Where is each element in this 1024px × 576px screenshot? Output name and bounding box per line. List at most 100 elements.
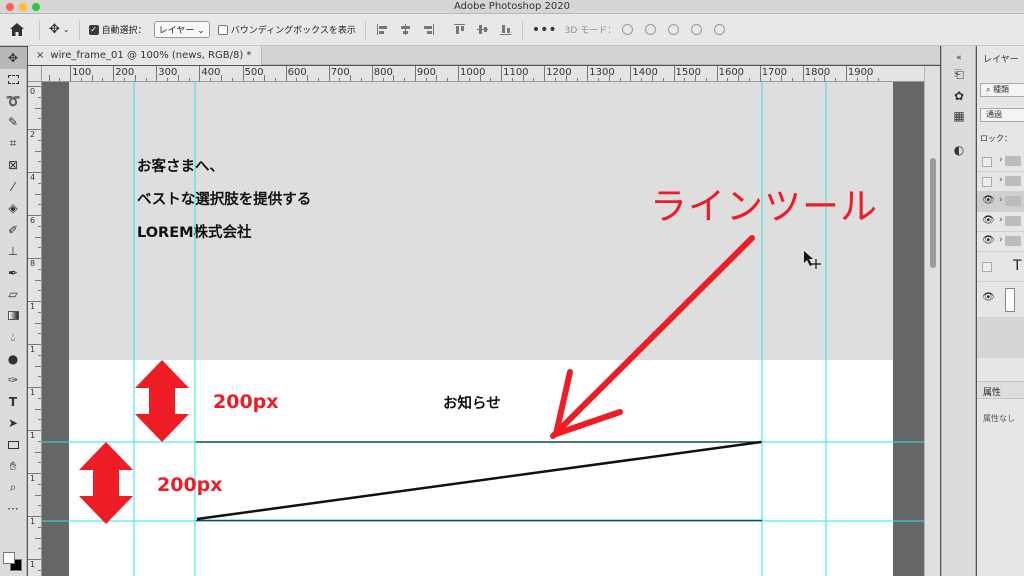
- visibility-toggle[interactable]: [982, 262, 992, 272]
- eye-icon[interactable]: 👁︎: [982, 236, 995, 247]
- layer-row[interactable]: ›: [977, 152, 1024, 172]
- scrollbar-thumb[interactable]: [930, 158, 936, 268]
- canvas-area[interactable]: お客さまへ、 ベストな選択肢を提供する LOREM株式会社 お知らせ: [42, 82, 924, 576]
- visibility-toggle[interactable]: [982, 177, 992, 187]
- layer-row[interactable]: 👁︎ ›: [977, 212, 1024, 232]
- dodge-tool[interactable]: ●: [0, 348, 26, 370]
- chevron-right-icon[interactable]: ›: [999, 235, 1003, 245]
- hand-tool[interactable]: ✋︎: [0, 456, 26, 478]
- chevron-right-icon[interactable]: ›: [999, 175, 1003, 185]
- blur-tool[interactable]: 💧︎: [0, 327, 26, 349]
- ruler-label: 100: [72, 67, 92, 78]
- eye-icon[interactable]: 👁︎: [982, 216, 995, 227]
- ruler-minor-tick: [651, 75, 653, 81]
- history-brush-tool[interactable]: ✒: [0, 262, 26, 284]
- chevron-right-icon[interactable]: ›: [999, 215, 1003, 225]
- slide-3d-icon[interactable]: [691, 24, 703, 35]
- ruler-minor-tick: [91, 75, 93, 81]
- foreground-color-swatch[interactable]: [3, 552, 15, 564]
- quick-select-tool[interactable]: ✎: [0, 112, 26, 134]
- align-bottom-icon[interactable]: [499, 24, 511, 35]
- pen-tool[interactable]: ✑: [0, 370, 26, 392]
- close-tab-icon[interactable]: ×: [36, 50, 44, 61]
- droplet-icon: 💧︎: [10, 329, 16, 344]
- eye-icon[interactable]: 👁︎: [982, 196, 995, 207]
- visibility-toggle[interactable]: [982, 157, 992, 167]
- history-icon[interactable]: ⎗: [950, 66, 968, 82]
- artboard[interactable]: お客さまへ、 ベストな選択肢を提供する LOREM株式会社 お知らせ: [69, 82, 893, 576]
- align-left-icon[interactable]: [376, 24, 388, 35]
- align-top-icon[interactable]: [453, 24, 465, 35]
- ruler-minor-tick: [361, 78, 363, 81]
- separator: [39, 19, 40, 40]
- more-icon: ···: [7, 502, 19, 517]
- ruler-minor-tick: [878, 78, 880, 81]
- drag-3d-icon[interactable]: [668, 24, 680, 35]
- bounding-box-checkbox[interactable]: バウンディングボックスを表示: [214, 14, 360, 45]
- path-select-tool[interactable]: ➤: [0, 413, 26, 435]
- ruler-minor-tick: [134, 75, 136, 81]
- auto-select-dropdown[interactable]: レイヤー ⌄: [153, 21, 210, 38]
- gradient-tool[interactable]: [0, 305, 26, 327]
- ruler-minor-tick: [317, 78, 319, 81]
- more-tools[interactable]: ···: [0, 499, 26, 521]
- horizontal-ruler[interactable]: 0100200300400500600700800900100011001200…: [42, 66, 924, 82]
- align-middle-icon[interactable]: [476, 24, 488, 35]
- swatches-grid-icon[interactable]: ▦: [950, 108, 968, 124]
- properties-tab-label: 属性: [983, 388, 1002, 398]
- frame-tool[interactable]: ⊠: [0, 155, 26, 177]
- move-tool-preset[interactable]: ✥ ⌄: [45, 14, 74, 45]
- options-bar: ✥ ⌄ ✓ 自動選択： レイヤー ⌄ バウンディングボックスを表示 ••• 3D…: [0, 14, 1024, 46]
- color-swatches[interactable]: [3, 552, 23, 572]
- layer-filter-dropdown[interactable]: ⌕ 種類: [980, 83, 1024, 97]
- ruler-minor-tick: [38, 333, 41, 335]
- layer-row[interactable]: T: [977, 252, 1024, 282]
- type-tool[interactable]: T: [0, 391, 26, 413]
- vertical-scrollbar[interactable]: [924, 66, 940, 576]
- marquee-icon: [7, 74, 19, 84]
- collapse-panels-icon[interactable]: «: [950, 50, 968, 66]
- brush-tool[interactable]: ✐: [0, 219, 26, 241]
- ruler-label: 1000: [460, 67, 486, 78]
- layer-row[interactable]: 👁︎ ›: [977, 232, 1024, 252]
- document-tab[interactable]: × wire_frame_01 @ 100% (news, RGB/8) *: [28, 46, 263, 65]
- crop-tool[interactable]: ⌗: [0, 133, 26, 155]
- eye-icon[interactable]: 👁︎: [982, 293, 995, 304]
- adjustments-icon[interactable]: ◐: [950, 142, 968, 158]
- ruler-minor-tick: [38, 225, 41, 227]
- orbit-3d-icon[interactable]: [622, 24, 634, 35]
- layer-row[interactable]: ›: [977, 172, 1024, 192]
- home-button[interactable]: [0, 14, 34, 45]
- ruler-minor-tick: [102, 78, 104, 81]
- lasso-tool[interactable]: ➰: [0, 90, 26, 112]
- ruler-minor-tick: [522, 75, 524, 81]
- healing-tool[interactable]: ◈: [0, 198, 26, 220]
- chevron-right-icon[interactable]: ›: [999, 195, 1003, 205]
- move-tool[interactable]: ✥: [0, 47, 26, 69]
- chevron-right-icon[interactable]: ›: [999, 155, 1003, 165]
- stamp-tool[interactable]: ⊥: [0, 241, 26, 263]
- layers-tab[interactable]: レイヤー: [977, 52, 1019, 74]
- ruler-minor-tick: [38, 548, 41, 550]
- marquee-tool[interactable]: [0, 69, 26, 91]
- ruler-minor-tick: [145, 78, 147, 81]
- layer-row[interactable]: 👁︎ ›: [977, 192, 1024, 212]
- more-options-icon[interactable]: •••: [532, 22, 557, 38]
- move-icon: ✥: [49, 22, 60, 37]
- align-right-icon[interactable]: [423, 24, 434, 35]
- zoom-tool[interactable]: ⌕: [0, 477, 26, 499]
- properties-tab[interactable]: 属性: [977, 381, 1024, 399]
- ruler-minor-tick: [705, 78, 707, 81]
- color-palette-icon[interactable]: ✿: [950, 88, 968, 104]
- roll-3d-icon[interactable]: [645, 24, 657, 35]
- auto-select-checkbox[interactable]: ✓ 自動選択：: [85, 14, 151, 45]
- align-center-icon[interactable]: [400, 24, 411, 35]
- blend-mode-dropdown[interactable]: 通過: [980, 108, 1024, 122]
- eraser-tool[interactable]: ▱: [0, 284, 26, 306]
- layer-row[interactable]: 👁︎: [977, 282, 1024, 318]
- vertical-ruler[interactable]: 0 2 4 6 8 1 1 1 1 1 1 1: [28, 82, 42, 576]
- eyedropper-tool[interactable]: ⁄: [0, 176, 26, 198]
- ruler-origin[interactable]: [28, 66, 42, 82]
- camera-3d-icon[interactable]: [714, 24, 726, 35]
- shape-tool[interactable]: [0, 434, 26, 456]
